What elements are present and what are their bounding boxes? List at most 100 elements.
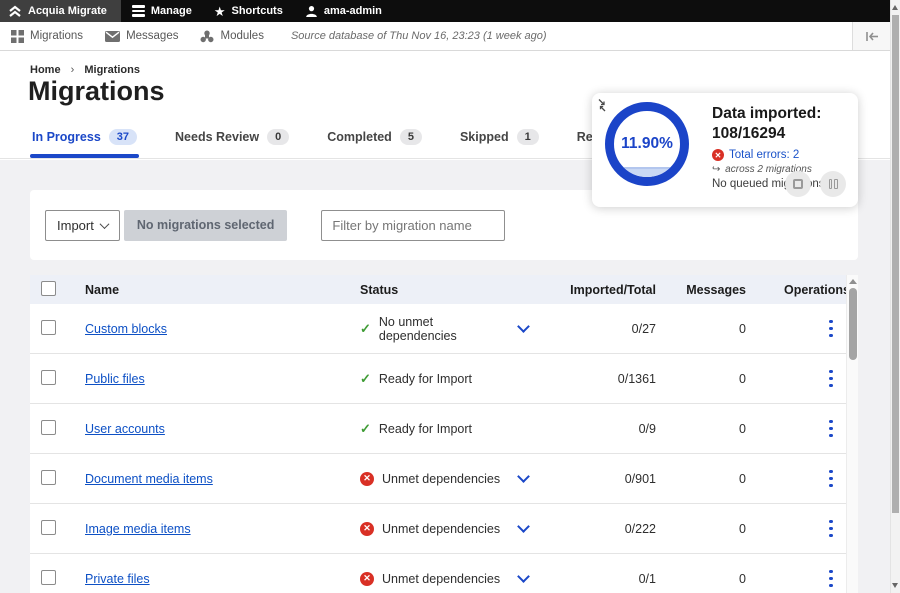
table-row: Document media items Unmet dependencies …: [30, 454, 858, 504]
chevron-down-icon[interactable]: [517, 520, 530, 533]
check-icon: [360, 421, 371, 437]
admin-item-manage[interactable]: Manage: [121, 0, 203, 22]
modules-icon: [200, 30, 214, 43]
migration-filter-input[interactable]: [321, 210, 505, 241]
error-icon: [712, 149, 724, 161]
table-scrollbar[interactable]: [846, 275, 858, 593]
row-checkbox[interactable]: [41, 420, 56, 435]
operations-kebab-icon[interactable]: [820, 366, 842, 392]
operations-kebab-icon[interactable]: [820, 566, 842, 592]
tab-count-badge: 37: [109, 129, 137, 145]
migration-name-link[interactable]: Public files: [85, 372, 145, 386]
row-checkbox[interactable]: [41, 370, 56, 385]
tab-needs-review[interactable]: Needs Review 0: [173, 129, 291, 158]
pause-import-button[interactable]: [820, 171, 846, 197]
row-checkbox[interactable]: [41, 570, 56, 585]
scroll-up-icon[interactable]: [892, 5, 898, 10]
table-row: Public files Ready for Import 0/1361 0: [30, 354, 858, 404]
total-errors-link[interactable]: Total errors: 2: [712, 149, 854, 161]
scroll-down-icon[interactable]: [892, 583, 898, 588]
row-checkbox[interactable]: [41, 320, 56, 335]
row-checkbox[interactable]: [41, 470, 56, 485]
page-title: Migrations: [28, 76, 165, 107]
chevron-down-icon[interactable]: [517, 470, 530, 483]
status-text: Unmet dependencies: [382, 522, 500, 536]
chevron-down-icon: [99, 219, 109, 229]
scroll-up-icon[interactable]: [849, 279, 857, 284]
admin-bar: Acquia Migrate Manage ★ Shortcuts ama-ad…: [0, 0, 890, 22]
status-text: Unmet dependencies: [382, 472, 500, 486]
brand-label: Acquia Migrate: [28, 5, 107, 17]
content-area: Import No migrations selected Name Statu…: [0, 160, 890, 593]
tab-label: Skipped: [460, 130, 509, 144]
user-icon: [305, 5, 318, 18]
tab-count-badge: 0: [267, 129, 289, 145]
chevron-down-icon[interactable]: [517, 320, 530, 333]
imported-total-value: 0/9: [546, 422, 666, 436]
resize-diagonal-icon[interactable]: [597, 98, 611, 113]
status-text: Ready for Import: [379, 422, 472, 436]
toolbar-item-migrations[interactable]: Migrations: [0, 30, 94, 43]
migration-name-link[interactable]: Image media items: [85, 522, 191, 536]
grid-icon: [11, 30, 24, 43]
admin-bar-brand[interactable]: Acquia Migrate: [0, 0, 121, 22]
progress-card-buttons: [785, 171, 846, 197]
migration-name-link[interactable]: Private files: [85, 572, 150, 586]
error-icon: [360, 572, 374, 586]
admin-item-shortcuts[interactable]: ★ Shortcuts: [203, 0, 294, 22]
breadcrumb-separator: ›: [71, 64, 75, 76]
status-text: Unmet dependencies: [382, 572, 500, 586]
tab-label: Needs Review: [175, 130, 259, 144]
imported-total-value: 0/1: [546, 572, 666, 586]
admin-item-label: Shortcuts: [231, 5, 282, 17]
breadcrumb: Home › Migrations: [30, 64, 140, 76]
envelope-icon: [105, 31, 120, 42]
scrollbar-thumb[interactable]: [892, 15, 899, 513]
breadcrumb-current: Migrations: [84, 64, 140, 76]
operations-kebab-icon[interactable]: [820, 516, 842, 542]
row-checkbox[interactable]: [41, 520, 56, 535]
toolbar: Migrations Messages Modules Source datab…: [0, 22, 890, 51]
selection-status-button: No migrations selected: [124, 210, 288, 241]
migration-name-link[interactable]: Custom blocks: [85, 322, 167, 336]
messages-count: 0: [666, 522, 756, 536]
column-header-name: Name: [75, 283, 360, 297]
hamburger-icon: [132, 5, 145, 17]
error-icon: [360, 522, 374, 536]
table-header-row: Name Status Imported/Total Messages Oper…: [30, 275, 858, 304]
column-header-status: Status: [360, 283, 546, 297]
operations-kebab-icon[interactable]: [820, 466, 842, 492]
tabs-bar: In Progress 37 Needs Review 0 Completed …: [30, 129, 655, 158]
chevron-down-icon[interactable]: [517, 570, 530, 583]
collapse-toolbar-button[interactable]: [852, 22, 890, 50]
select-all-checkbox[interactable]: [41, 281, 56, 296]
stop-import-button[interactable]: [785, 171, 811, 197]
collapse-left-icon: [864, 31, 880, 42]
operations-kebab-icon[interactable]: [820, 416, 842, 442]
messages-count: 0: [666, 322, 756, 336]
tab-completed[interactable]: Completed 5: [325, 129, 424, 158]
column-header-messages: Messages: [666, 283, 756, 297]
table-row: User accounts Ready for Import 0/9 0: [30, 404, 858, 454]
import-dropdown-button[interactable]: Import: [45, 210, 120, 241]
tab-skipped[interactable]: Skipped 1: [458, 129, 541, 158]
import-label: Import: [57, 218, 94, 233]
imported-total-value: 0/1361: [546, 372, 666, 386]
operations-kebab-icon[interactable]: [820, 316, 842, 342]
admin-item-user[interactable]: ama-admin: [294, 0, 393, 22]
toolbar-item-label: Messages: [126, 30, 178, 42]
toolbar-item-modules[interactable]: Modules: [189, 30, 274, 43]
tab-in-progress[interactable]: In Progress 37: [30, 129, 139, 158]
table-row: Private files Unmet dependencies 0/1 0: [30, 554, 858, 593]
tab-count-badge: 5: [400, 129, 422, 145]
page-scrollbar[interactable]: [890, 0, 900, 593]
toolbar-item-messages[interactable]: Messages: [94, 30, 189, 42]
breadcrumb-home-link[interactable]: Home: [30, 64, 61, 76]
scrollbar-thumb[interactable]: [849, 288, 857, 360]
migration-name-link[interactable]: Document media items: [85, 472, 213, 486]
error-icon: [360, 472, 374, 486]
migration-name-link[interactable]: User accounts: [85, 422, 165, 436]
source-database-note: Source database of Thu Nov 16, 23:23 (1 …: [291, 30, 547, 42]
table-row: Image media items Unmet dependencies 0/2…: [30, 504, 858, 554]
messages-count: 0: [666, 572, 756, 586]
